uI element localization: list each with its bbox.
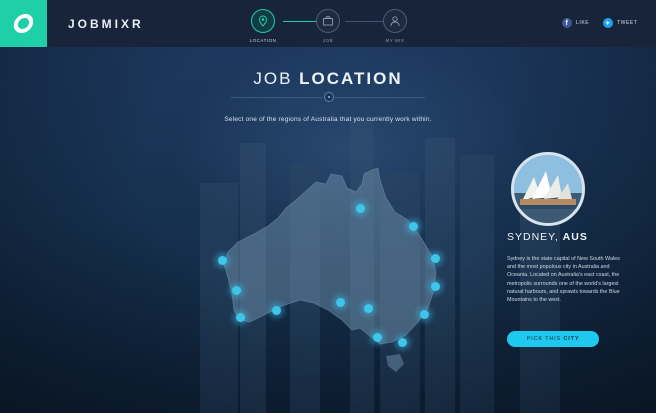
region-pin[interactable] [364, 304, 373, 313]
step-label: LOCATION [249, 38, 277, 43]
title-bold: LOCATION [299, 69, 403, 88]
logo-ring-icon [11, 14, 36, 33]
city-name: SYDNEY, [507, 231, 563, 243]
user-icon [383, 9, 407, 33]
logo[interactable] [0, 0, 47, 47]
region-pin[interactable] [272, 306, 281, 315]
map-pin-icon [251, 9, 275, 33]
region-pin[interactable] [431, 282, 440, 291]
step-my-mix[interactable]: MY MIX [370, 9, 420, 43]
button-label-bold: CITY [563, 336, 580, 342]
region-pin[interactable] [398, 338, 407, 347]
city-description: Sydney is the state capital of New South… [507, 256, 620, 304]
region-pin[interactable] [236, 313, 245, 322]
tweet-label: TWEET [617, 20, 638, 26]
title-light: JOB [253, 69, 300, 88]
like-label: LIKE [576, 20, 590, 26]
tweet-button[interactable]: ✦ TWEET [603, 18, 638, 28]
australia-map[interactable] [210, 160, 462, 382]
city-country: AUS [562, 231, 588, 243]
opera-house-image [514, 155, 582, 223]
region-pin[interactable] [232, 286, 241, 295]
briefcase-icon [316, 9, 340, 33]
page-subtitle: Select one of the regions of Australia t… [224, 116, 432, 123]
region-pin[interactable] [336, 298, 345, 307]
region-pin[interactable] [218, 256, 227, 265]
step-location[interactable]: LOCATION [238, 9, 288, 43]
city-photo [511, 152, 585, 226]
step-label: MY MIX [385, 38, 405, 43]
progress-steps: LOCATION JOB MY MIX [248, 9, 418, 45]
title-divider-dot-icon [324, 92, 334, 102]
page-title: JOB LOCATION [0, 69, 656, 89]
facebook-like-button[interactable]: f LIKE [562, 18, 589, 28]
facebook-icon: f [562, 18, 572, 28]
city-heading: SYDNEY, AUS [507, 231, 588, 243]
pick-this-city-button[interactable]: PICK THIS CITY [507, 331, 599, 347]
brand-name: JOBMIXR [68, 17, 144, 31]
region-pin[interactable] [409, 222, 418, 231]
title-divider-left [231, 97, 323, 98]
step-job[interactable]: JOB [303, 9, 353, 43]
region-pin[interactable] [431, 254, 440, 263]
australia-outline [223, 167, 437, 372]
twitter-icon: ✦ [603, 18, 613, 28]
region-pin[interactable] [356, 204, 365, 213]
region-pin[interactable] [373, 333, 382, 342]
top-header: JOBMIXR LOCATION JOB MY MIX f LIKE ✦ TWE… [0, 0, 656, 47]
step-label: JOB [322, 38, 334, 43]
title-divider-right [333, 97, 425, 98]
button-label-light: PICK THIS [526, 336, 564, 342]
region-pin[interactable] [420, 310, 429, 319]
